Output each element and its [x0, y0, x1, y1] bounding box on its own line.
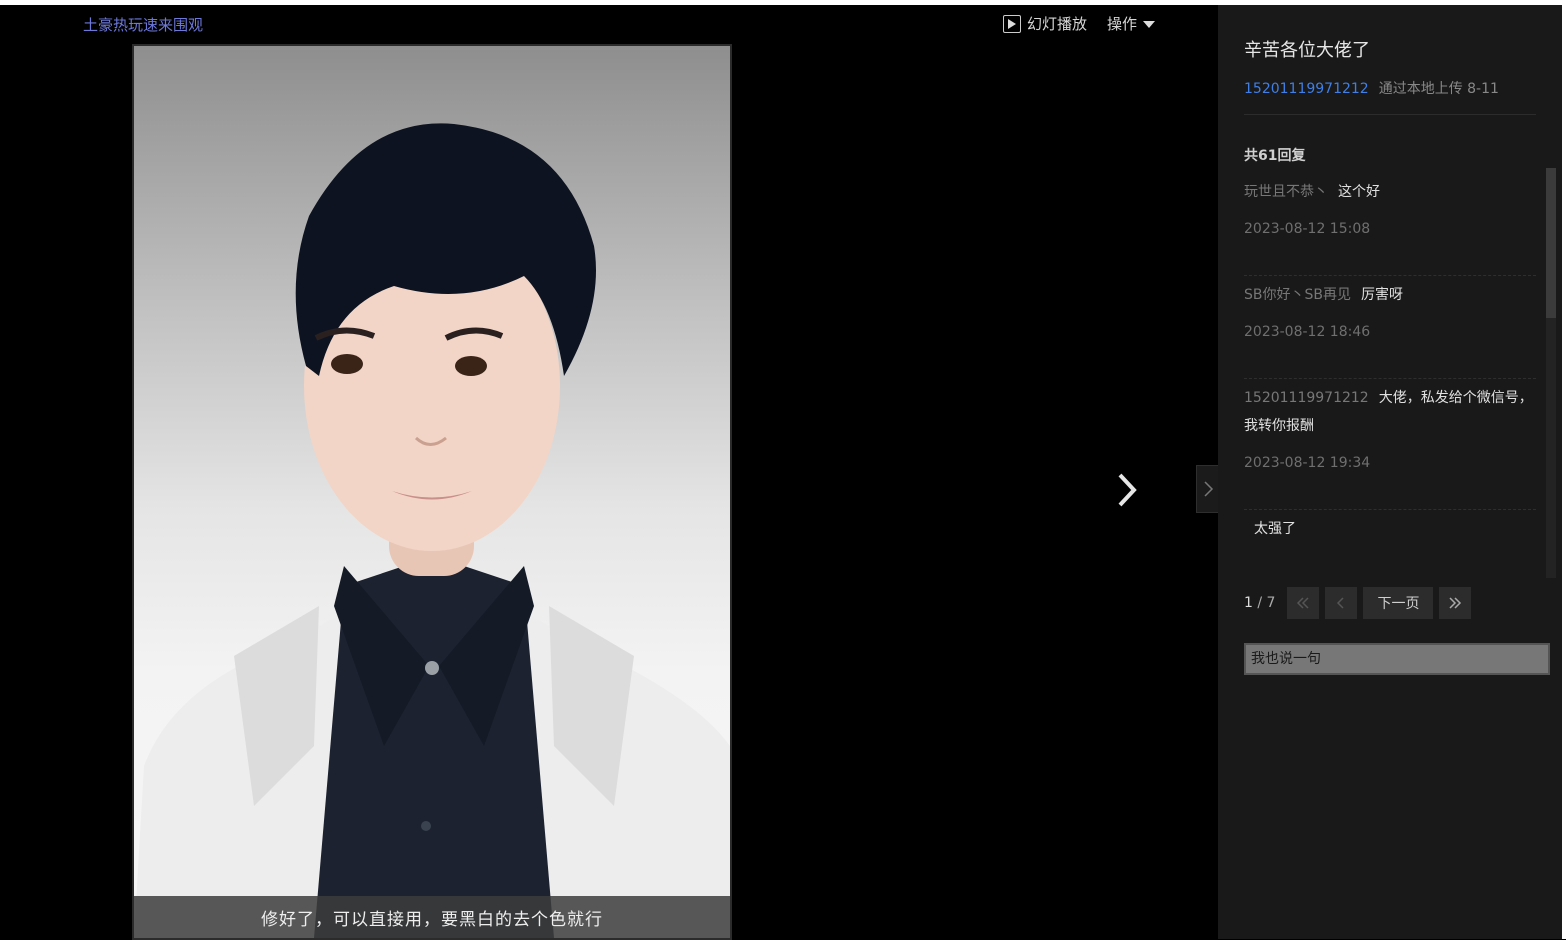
slideshow-button[interactable]: 幻灯播放: [1003, 13, 1087, 34]
reply-item: SB你好丶SB再见 厉害呀 2023-08-12 18:46: [1244, 276, 1536, 379]
first-page-button[interactable]: [1287, 587, 1320, 619]
chevron-right-icon: [1204, 481, 1214, 497]
scrollbar-thumb[interactable]: [1546, 168, 1556, 318]
reply-body: 玩世且不恭丶 这个好: [1244, 173, 1536, 206]
caret-down-icon: [1143, 21, 1156, 28]
author-link[interactable]: 15201119971212: [1244, 81, 1369, 97]
reply-scrollbar[interactable]: [1546, 168, 1556, 578]
reply-user[interactable]: 玩世且不恭丶: [1244, 184, 1328, 200]
pagination: 1 / 7 下一页: [1244, 587, 1477, 619]
reply-time: 2023-08-12 19:34: [1244, 455, 1371, 471]
reply-time: 2023-08-12 15:08: [1244, 221, 1371, 237]
reply-text: 厉害呀: [1360, 287, 1403, 303]
reply-body: 太强了: [1244, 510, 1536, 543]
next-photo-button[interactable]: [1108, 467, 1144, 513]
reply-count: 共61回复: [1244, 148, 1306, 164]
current-page: 1: [1244, 595, 1253, 611]
post-meta: 15201119971212 通过本地上传 8-11: [1244, 78, 1499, 98]
play-icon: [1003, 14, 1021, 33]
prev-page-button[interactable]: [1325, 587, 1358, 619]
photo-viewer: 土豪热玩速来围观 幻灯播放 操作 修好了，可以直接用，要黑白的去个色就行: [0, 5, 1219, 940]
collapse-panel-button[interactable]: [1196, 465, 1219, 513]
reply-user[interactable]: 15201119971212: [1244, 390, 1369, 406]
divider: [1244, 114, 1536, 115]
reply-text: 这个好: [1338, 184, 1380, 200]
slideshow-label: 幻灯播放: [1027, 15, 1088, 33]
last-page-button[interactable]: [1439, 587, 1472, 619]
reply-time: 2023-08-12 18:46: [1244, 324, 1371, 340]
reply-user[interactable]: SB你好丶SB再见: [1244, 287, 1351, 303]
viewer-toolbar: 幻灯播放 操作: [1003, 13, 1156, 34]
reply-text: 太强了: [1254, 521, 1296, 537]
actions-label: 操作: [1107, 15, 1138, 33]
prev-page-icon: [1337, 597, 1344, 609]
last-page-icon: [1449, 597, 1462, 609]
reply-item: 玩世且不恭丶 这个好 2023-08-12 15:08: [1244, 173, 1536, 276]
actions-menu-button[interactable]: 操作: [1107, 13, 1156, 34]
reply-time: [1244, 556, 1536, 577]
reply-list: 玩世且不恭丶 这个好 2023-08-12 15:08 SB你好丶SB再见 厉害呀 …: [1244, 173, 1536, 577]
portrait-image: [134, 123, 730, 938]
reply-item: 15201119971212 大佬，私发给个微信号，我转你报酬 2023-08-1…: [1244, 379, 1536, 510]
reply-item: 太强了: [1244, 510, 1536, 577]
page-indicator: 1 / 7: [1244, 595, 1275, 611]
comment-panel: 辛苦各位大佬了 15201119971212 通过本地上传 8-11 共61回复 …: [1218, 5, 1562, 939]
reply-body: SB你好丶SB再见 厉害呀: [1244, 276, 1536, 309]
first-page-icon: [1297, 597, 1309, 609]
total-pages: / 7: [1257, 595, 1276, 611]
comment-input[interactable]: [1244, 643, 1550, 675]
photo-caption: 修好了，可以直接用，要黑白的去个色就行: [134, 896, 730, 938]
reply-body: 15201119971212 大佬，私发给个微信号，我转你报酬: [1244, 379, 1536, 440]
post-title: 辛苦各位大佬了: [1244, 40, 1370, 61]
next-page-button[interactable]: 下一页: [1363, 587, 1434, 619]
photo: 修好了，可以直接用，要黑白的去个色就行: [132, 44, 732, 940]
window-right-border: [1562, 0, 1566, 939]
upload-info: 通过本地上传 8-11: [1378, 81, 1499, 97]
chevron-right-icon: [1118, 473, 1137, 507]
album-link[interactable]: 土豪热玩速来围观: [83, 14, 203, 35]
